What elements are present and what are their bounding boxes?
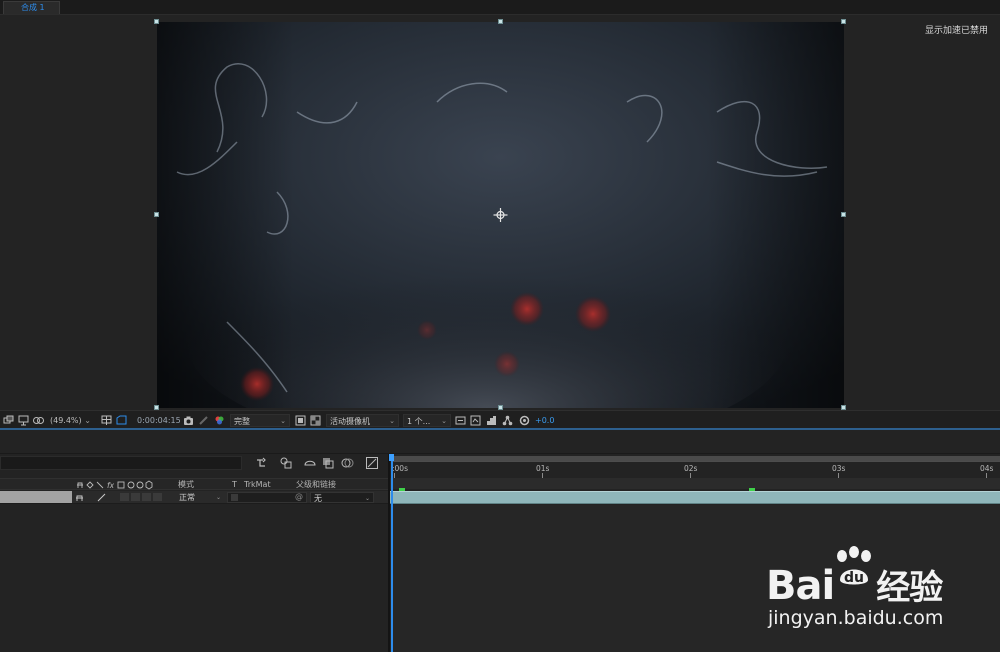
switch-box[interactable] xyxy=(153,493,162,501)
tick-label: 02s xyxy=(684,464,698,473)
composition-canvas[interactable] xyxy=(154,19,846,410)
fast-previews-icon[interactable] xyxy=(295,415,306,426)
marker[interactable] xyxy=(399,488,405,491)
comp-tab-bar: 合成 1 xyxy=(0,0,1000,15)
layer-search-input[interactable] xyxy=(0,456,242,470)
marker[interactable] xyxy=(749,488,755,491)
tab-composition-1[interactable]: 合成 1 xyxy=(3,1,60,14)
shy-layers-icon[interactable] xyxy=(303,456,317,470)
flowchart-nodes-icon[interactable] xyxy=(502,415,513,426)
mask-visibility-icon[interactable] xyxy=(33,415,44,426)
current-time[interactable]: 0:00:04:15 xyxy=(137,414,181,427)
layer-row[interactable]: 正常 ⌄ @ 无 ⌄ xyxy=(0,491,388,504)
composition-frame xyxy=(157,22,844,408)
timeline-panel-icon[interactable] xyxy=(470,415,481,426)
pick-whip-icon[interactable]: @ xyxy=(295,492,303,501)
zoom-value: (49.4%) xyxy=(50,416,82,425)
chevron-down-icon: ⌄ xyxy=(441,417,447,425)
svg-text:fx: fx xyxy=(107,481,115,490)
work-area-range[interactable] xyxy=(390,456,1000,461)
chevron-down-icon: ⌄ xyxy=(280,417,286,425)
current-time-indicator-head[interactable] xyxy=(389,454,394,461)
zoom-dropdown[interactable]: (49.4%) ⌄ xyxy=(50,414,91,427)
exposure-value[interactable]: +0.0 xyxy=(535,414,554,427)
switch-box[interactable] xyxy=(131,493,140,501)
resolution-dropdown[interactable]: 完整 ⌄ xyxy=(230,414,290,427)
watermark-domain: jingyan.baidu.com xyxy=(768,607,944,629)
show-snapshot-icon[interactable] xyxy=(198,415,209,426)
trkmat-dropdown[interactable]: @ xyxy=(227,492,307,503)
tick-mark xyxy=(986,473,987,478)
views-layout-value: 1 个... xyxy=(407,417,431,426)
chevron-down-icon: ⌄ xyxy=(215,494,221,501)
graph-editor-icon[interactable] xyxy=(365,456,379,470)
comp-flowchart-icon[interactable] xyxy=(486,415,497,426)
comp-tab-label: 合成 1 xyxy=(21,3,45,12)
blend-mode-value: 正常 xyxy=(179,493,195,502)
composition-viewer: 合成 1 显示加速已禁用 xyxy=(0,0,1000,410)
chevron-down-icon: ⌄ xyxy=(389,417,395,425)
comp-mini-flowchart-icon[interactable] xyxy=(255,456,269,470)
chevron-down-icon: ⌄ xyxy=(84,416,91,425)
ruler-lower-band xyxy=(390,478,1000,489)
tick-label: 04s xyxy=(980,464,994,473)
current-time-indicator[interactable] xyxy=(391,456,393,652)
trkmat-swatch xyxy=(231,494,238,501)
chevron-down-icon: ⌄ xyxy=(364,495,370,502)
watermark-brand: Bai 经验 xyxy=(766,560,943,609)
switch-box[interactable] xyxy=(142,493,151,501)
tick-label: 03s xyxy=(832,464,846,473)
handle-top-right[interactable] xyxy=(841,19,846,24)
grid-guides-icon[interactable] xyxy=(101,415,112,426)
watermark-brand-cn: 经验 xyxy=(876,568,943,608)
tick-label: 01s xyxy=(536,464,550,473)
watermark-brand-text: Bai xyxy=(766,563,835,609)
column-parent-link: 父级和链接 xyxy=(296,480,336,489)
switch-box[interactable] xyxy=(120,493,129,501)
reset-exposure-icon[interactable] xyxy=(519,415,530,426)
handle-top-center[interactable] xyxy=(498,19,503,24)
layer-duration-bar[interactable] xyxy=(390,491,1000,504)
tick-mark xyxy=(690,473,691,478)
handle-middle-left[interactable] xyxy=(154,212,159,217)
tick-label: :00s xyxy=(392,464,408,473)
quality-icon[interactable] xyxy=(97,493,106,502)
handle-middle-right[interactable] xyxy=(841,212,846,217)
layer-switch-icon[interactable] xyxy=(76,493,84,502)
viewer-toolbar: (49.4%) ⌄ 0:00:04:15 完整 ⌄ 活动摄像机 ⌄ 1 个...… xyxy=(0,410,1000,430)
motion-blur-icon[interactable] xyxy=(340,456,354,470)
layer-list-empty-area xyxy=(0,505,388,652)
tick-mark xyxy=(394,473,395,478)
layer-column-header: fx 模式 T TrkMat 父级和链接 xyxy=(0,478,388,490)
camera-view-value: 活动摄像机 xyxy=(330,417,370,426)
switches-icon: fx xyxy=(77,480,153,490)
baidu-jingyan-watermark: du Bai 经验 jingyan.baidu.com xyxy=(762,540,1000,640)
column-mode: 模式 xyxy=(178,480,194,489)
channel-rgb-icon[interactable] xyxy=(214,415,225,426)
views-layout-dropdown[interactable]: 1 个... ⌄ xyxy=(403,414,451,427)
region-of-interest-icon[interactable] xyxy=(116,415,127,426)
always-preview-icon[interactable] xyxy=(3,415,14,426)
camera-view-dropdown[interactable]: 活动摄像机 ⌄ xyxy=(326,414,399,427)
monitor-icon[interactable] xyxy=(18,415,29,426)
resolution-value: 完整 xyxy=(234,417,250,426)
frame-blending-icon[interactable] xyxy=(321,456,335,470)
toggle-pixel-aspect-icon[interactable] xyxy=(455,415,466,426)
column-t: T xyxy=(232,480,237,489)
transparency-grid-icon[interactable] xyxy=(310,415,321,426)
handle-top-left[interactable] xyxy=(154,19,159,24)
gpu-acceleration-notice: 显示加速已禁用 xyxy=(924,26,988,36)
camera-snapshot-icon[interactable] xyxy=(183,415,194,426)
timeline-tab-bar xyxy=(0,432,1000,454)
parent-dropdown[interactable]: 无 ⌄ xyxy=(310,492,374,503)
tick-mark xyxy=(838,473,839,478)
column-trkmat: TrkMat xyxy=(244,480,271,489)
layer-name-cell[interactable] xyxy=(0,491,72,503)
tick-mark xyxy=(542,473,543,478)
parent-value: 无 xyxy=(314,494,322,503)
blend-mode-dropdown[interactable]: 正常 ⌄ xyxy=(176,492,224,503)
draft-3d-icon[interactable] xyxy=(279,456,293,470)
